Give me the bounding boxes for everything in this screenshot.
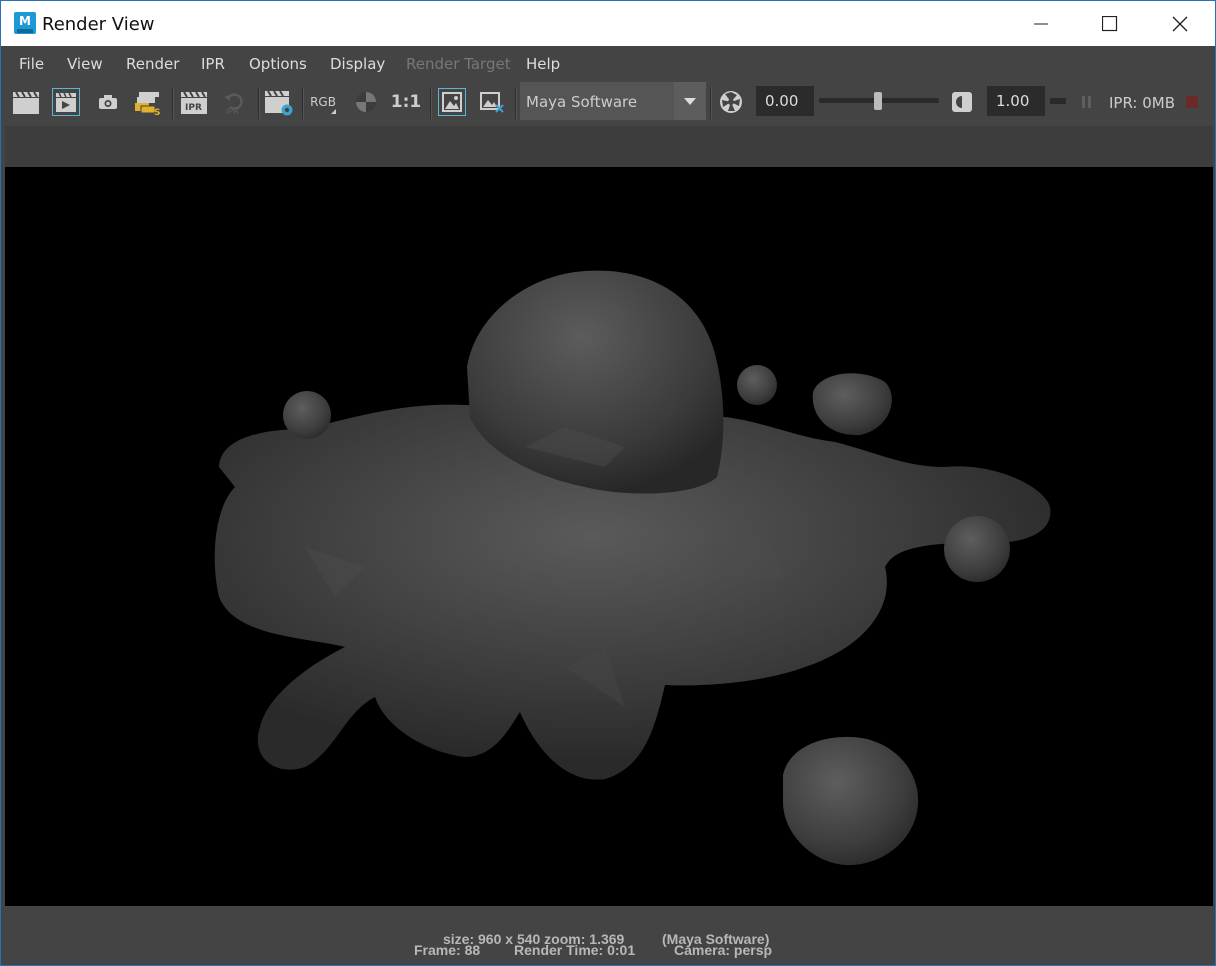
ipr-progress-bar	[1050, 98, 1066, 104]
svg-text:S: S	[154, 108, 160, 116]
toolbar-divider	[172, 87, 174, 119]
toolbar-divider	[710, 87, 712, 119]
ipr-render-button[interactable]: IPR	[179, 87, 209, 117]
svg-text:IPR: IPR	[185, 103, 202, 113]
menu-bar: File View Render IPR Options Display Ren…	[5, 47, 1213, 79]
keep-image-button[interactable]	[437, 87, 467, 117]
gamma-field[interactable]: 1.00	[987, 86, 1045, 116]
render-sequence-button[interactable]: S	[133, 87, 163, 117]
stop-icon	[1186, 96, 1198, 108]
clapper-icon	[13, 91, 39, 114]
alpha-channel-icon	[356, 92, 376, 112]
menu-file[interactable]: File	[19, 55, 44, 73]
remove-image-icon	[480, 92, 504, 113]
real-size-button[interactable]: 1:1	[391, 87, 421, 117]
toolbar-divider	[515, 87, 517, 119]
maya-app-icon: M	[14, 12, 36, 34]
refresh-ipr-icon: IPR	[224, 93, 243, 115]
pause-ipr-button	[1075, 87, 1099, 117]
render-status-bar: size: 960 x 540 zoom: 1.369 (Maya Softwa…	[5, 906, 1213, 964]
renderer-dropdown[interactable]: Maya Software	[520, 82, 706, 120]
gamma-slider-handle[interactable]	[874, 92, 882, 110]
toolbar-divider	[258, 87, 260, 119]
renderer-dropdown-arrow[interactable]	[674, 82, 706, 120]
window-title: Render View	[42, 14, 155, 35]
menu-render[interactable]: Render	[126, 55, 179, 73]
rendered-image-viewport[interactable]	[5, 167, 1213, 906]
render-toolbar: S IPR IPR RGB 1:1 Maya Software 0.00 1.0…	[5, 81, 1213, 125]
menu-view[interactable]: View	[67, 55, 103, 73]
camera-icon	[99, 95, 117, 109]
menu-help[interactable]: Help	[526, 55, 560, 73]
camera-name: Camera: persp	[674, 942, 773, 958]
rgb-label: RGB	[310, 95, 336, 109]
snapshot-button[interactable]	[93, 87, 123, 117]
image-header-strip	[5, 126, 1213, 167]
title-bar[interactable]: M Render View	[1, 1, 1215, 46]
close-icon	[1172, 16, 1188, 31]
ratio-label: 1:1	[390, 92, 422, 112]
display-rgb-button[interactable]: RGB	[308, 87, 338, 117]
rendered-blob-image	[214, 270, 1051, 866]
remove-image-button[interactable]	[477, 87, 507, 117]
image-icon	[442, 92, 462, 112]
minimize-button[interactable]	[1006, 1, 1076, 46]
exposure-field[interactable]: 0.00	[756, 86, 814, 116]
maximize-icon	[1102, 15, 1118, 31]
menu-render-target: Render Target	[406, 55, 511, 73]
stop-render-button	[1181, 87, 1203, 117]
render-settings-icon	[265, 90, 293, 116]
menu-options[interactable]: Options	[249, 55, 307, 73]
chevron-down-icon	[684, 98, 696, 105]
renderer-value: Maya Software	[526, 93, 638, 111]
display-alpha-button[interactable]	[351, 87, 381, 117]
aperture-icon	[720, 91, 742, 113]
close-button[interactable]	[1145, 1, 1215, 46]
ipr-memory-label: IPR: 0MB	[1109, 94, 1176, 112]
corner-triangle-icon	[331, 109, 336, 114]
toolbar-divider	[302, 87, 304, 119]
frame-number: Frame: 88	[414, 942, 481, 958]
render-settings-button[interactable]	[264, 87, 294, 117]
menu-display[interactable]: Display	[330, 55, 385, 73]
render-view-window: M Render View File View Render IPR Optio…	[0, 0, 1216, 966]
toolbar-divider	[430, 87, 432, 119]
render-sequence-icon: S	[135, 92, 160, 116]
minimize-icon	[1034, 23, 1048, 24]
redo-render-button[interactable]	[11, 87, 41, 117]
ipr-clapper-icon: IPR	[181, 91, 207, 114]
gamma-icon	[952, 92, 972, 112]
maximize-button[interactable]	[1075, 1, 1145, 46]
gamma-button[interactable]	[947, 87, 977, 117]
render-region-button[interactable]	[51, 87, 81, 117]
menu-ipr[interactable]: IPR	[201, 55, 225, 73]
clapper-play-icon	[56, 92, 76, 112]
exposure-button[interactable]	[716, 87, 746, 117]
svg-text:IPR: IPR	[226, 107, 239, 115]
refresh-ipr-button: IPR	[219, 87, 249, 117]
pause-icon	[1082, 96, 1091, 108]
render-time: Render Time: 0:01	[514, 942, 636, 958]
